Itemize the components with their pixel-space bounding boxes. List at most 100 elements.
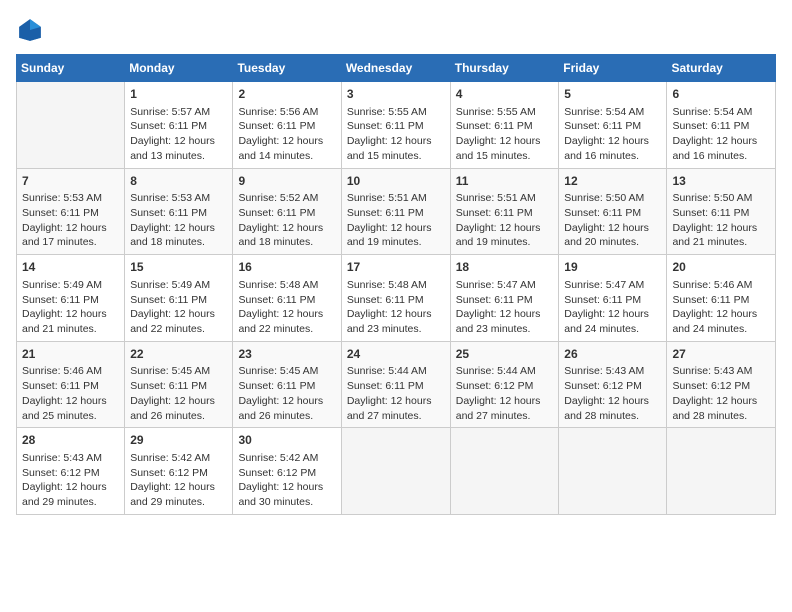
calendar-cell: 25Sunrise: 5:44 AMSunset: 6:12 PMDayligh… <box>450 341 559 428</box>
sunset-text: Sunset: 6:11 PM <box>456 120 533 132</box>
sunrise-text: Sunrise: 5:54 AM <box>564 106 644 118</box>
sunset-text: Sunset: 6:11 PM <box>564 294 641 306</box>
week-row-0: 1Sunrise: 5:57 AMSunset: 6:11 PMDaylight… <box>17 82 776 169</box>
day-number: 12 <box>564 173 661 190</box>
sunrise-text: Sunrise: 5:55 AM <box>456 106 536 118</box>
sunrise-text: Sunrise: 5:50 AM <box>564 192 644 204</box>
sunset-text: Sunset: 6:11 PM <box>22 380 99 392</box>
calendar-cell: 10Sunrise: 5:51 AMSunset: 6:11 PMDayligh… <box>341 168 450 255</box>
daylight-text: Daylight: 12 hours and 28 minutes. <box>564 395 649 422</box>
week-row-4: 28Sunrise: 5:43 AMSunset: 6:12 PMDayligh… <box>17 428 776 515</box>
day-number: 22 <box>130 346 227 363</box>
daylight-text: Daylight: 12 hours and 15 minutes. <box>347 135 432 162</box>
day-number: 20 <box>672 259 770 276</box>
sunrise-text: Sunrise: 5:43 AM <box>564 365 644 377</box>
sunset-text: Sunset: 6:11 PM <box>672 207 749 219</box>
sunset-text: Sunset: 6:12 PM <box>456 380 534 392</box>
calendar-cell <box>559 428 667 515</box>
sunset-text: Sunset: 6:11 PM <box>672 120 749 132</box>
day-number: 10 <box>347 173 445 190</box>
calendar-cell: 7Sunrise: 5:53 AMSunset: 6:11 PMDaylight… <box>17 168 125 255</box>
daylight-text: Daylight: 12 hours and 27 minutes. <box>456 395 541 422</box>
day-number: 16 <box>238 259 335 276</box>
week-row-3: 21Sunrise: 5:46 AMSunset: 6:11 PMDayligh… <box>17 341 776 428</box>
sunrise-text: Sunrise: 5:47 AM <box>456 279 536 291</box>
day-number: 26 <box>564 346 661 363</box>
sunrise-text: Sunrise: 5:53 AM <box>22 192 102 204</box>
daylight-text: Daylight: 12 hours and 25 minutes. <box>22 395 107 422</box>
calendar-cell: 18Sunrise: 5:47 AMSunset: 6:11 PMDayligh… <box>450 255 559 342</box>
daylight-text: Daylight: 12 hours and 23 minutes. <box>347 308 432 335</box>
day-number: 5 <box>564 86 661 103</box>
col-header-monday: Monday <box>125 55 233 82</box>
daylight-text: Daylight: 12 hours and 22 minutes. <box>238 308 323 335</box>
col-header-saturday: Saturday <box>667 55 776 82</box>
sunrise-text: Sunrise: 5:49 AM <box>22 279 102 291</box>
calendar-cell: 3 Sunrise: 5:55 AM Sunset: 6:11 PM Daylight… <box>341 82 450 169</box>
calendar-cell <box>450 428 559 515</box>
sunset-text: Sunset: 6:11 PM <box>130 207 207 219</box>
daylight-text: Daylight: 12 hours and 16 minutes. <box>564 135 649 162</box>
sunrise-text: Sunrise: 5:46 AM <box>672 279 752 291</box>
sunrise-text: Sunrise: 5:48 AM <box>238 279 318 291</box>
sunset-text: Sunset: 6:11 PM <box>672 294 749 306</box>
col-header-wednesday: Wednesday <box>341 55 450 82</box>
daylight-text: Daylight: 12 hours and 29 minutes. <box>130 481 215 508</box>
sunset-text: Sunset: 6:12 PM <box>238 467 316 479</box>
sunrise-text: Sunrise: 5:44 AM <box>347 365 427 377</box>
sunset-text: Sunset: 6:11 PM <box>564 120 641 132</box>
week-row-1: 7Sunrise: 5:53 AMSunset: 6:11 PMDaylight… <box>17 168 776 255</box>
sunset-text: Sunset: 6:11 PM <box>347 120 424 132</box>
col-header-thursday: Thursday <box>450 55 559 82</box>
sunset-text: Sunset: 6:11 PM <box>22 207 99 219</box>
col-header-friday: Friday <box>559 55 667 82</box>
sunset-text: Sunset: 6:11 PM <box>130 380 207 392</box>
calendar-cell: 8Sunrise: 5:53 AMSunset: 6:11 PMDaylight… <box>125 168 233 255</box>
sunrise-text: Sunrise: 5:55 AM <box>347 106 427 118</box>
daylight-text: Daylight: 12 hours and 29 minutes. <box>22 481 107 508</box>
daylight-text: Daylight: 12 hours and 21 minutes. <box>22 308 107 335</box>
sunset-text: Sunset: 6:11 PM <box>130 120 207 132</box>
day-number: 30 <box>238 432 335 449</box>
day-number: 15 <box>130 259 227 276</box>
daylight-text: Daylight: 12 hours and 13 minutes. <box>130 135 215 162</box>
day-number: 6 <box>672 86 770 103</box>
daylight-text: Daylight: 12 hours and 19 minutes. <box>347 222 432 249</box>
header <box>16 16 776 44</box>
calendar-cell: 20 Sunrise: 5:46 AM Sunset: 6:11 PM Dayligh… <box>667 255 776 342</box>
sunset-text: Sunset: 6:11 PM <box>347 294 424 306</box>
calendar-cell: 24Sunrise: 5:44 AMSunset: 6:11 PMDayligh… <box>341 341 450 428</box>
day-number: 19 <box>564 259 661 276</box>
daylight-text: Daylight: 12 hours and 26 minutes. <box>130 395 215 422</box>
calendar-cell <box>667 428 776 515</box>
calendar-cell: 14Sunrise: 5:49 AMSunset: 6:11 PMDayligh… <box>17 255 125 342</box>
sunrise-text: Sunrise: 5:48 AM <box>347 279 427 291</box>
day-number: 24 <box>347 346 445 363</box>
calendar-cell: 21Sunrise: 5:46 AMSunset: 6:11 PMDayligh… <box>17 341 125 428</box>
sunset-text: Sunset: 6:11 PM <box>238 120 315 132</box>
header-row: SundayMondayTuesdayWednesdayThursdayFrid… <box>17 55 776 82</box>
calendar-cell: 12Sunrise: 5:50 AMSunset: 6:11 PMDayligh… <box>559 168 667 255</box>
daylight-text: Daylight: 12 hours and 19 minutes. <box>456 222 541 249</box>
daylight-text: Daylight: 12 hours and 18 minutes. <box>238 222 323 249</box>
sunrise-text: Sunrise: 5:50 AM <box>672 192 752 204</box>
day-number: 14 <box>22 259 119 276</box>
daylight-text: Daylight: 12 hours and 24 minutes. <box>672 308 757 335</box>
col-header-sunday: Sunday <box>17 55 125 82</box>
day-number: 13 <box>672 173 770 190</box>
day-number: 8 <box>130 173 227 190</box>
calendar-cell: 9Sunrise: 5:52 AMSunset: 6:11 PMDaylight… <box>233 168 341 255</box>
sunrise-text: Sunrise: 5:46 AM <box>22 365 102 377</box>
sunset-text: Sunset: 6:11 PM <box>238 207 315 219</box>
logo-icon <box>16 16 44 44</box>
day-number: 17 <box>347 259 445 276</box>
sunrise-text: Sunrise: 5:47 AM <box>564 279 644 291</box>
day-number: 27 <box>672 346 770 363</box>
sunrise-text: Sunrise: 5:51 AM <box>456 192 536 204</box>
calendar-cell: 17 Sunrise: 5:48 AM Sunset: 6:11 PM Dayligh… <box>341 255 450 342</box>
week-row-2: 14 Sunrise: 5:49 AM Sunset: 6:11 PM Dayligh… <box>17 255 776 342</box>
day-number: 18 <box>456 259 554 276</box>
daylight-text: Daylight: 12 hours and 24 minutes. <box>564 308 649 335</box>
daylight-text: Daylight: 12 hours and 18 minutes. <box>130 222 215 249</box>
day-number: 3 <box>347 86 445 103</box>
